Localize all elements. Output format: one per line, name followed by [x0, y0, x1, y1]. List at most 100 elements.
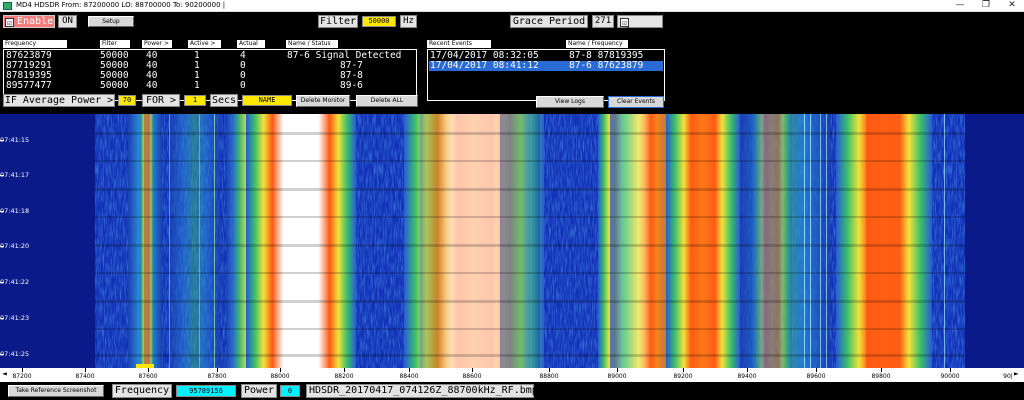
scale-tick: [409, 368, 410, 372]
for-label: FOR >: [142, 94, 180, 107]
monitor-frequency: 89577477: [6, 80, 52, 91]
scale-tick: [472, 368, 473, 372]
monitor-name-input[interactable]: NAME: [242, 95, 292, 106]
scale-label: 88000: [270, 373, 290, 380]
waterfall-display[interactable]: 07:41:15 07:41:17 07:41:18 07:41:20 07:4…: [0, 114, 1024, 368]
scale-tick: [217, 368, 218, 372]
frequency-label: Frequency: [112, 384, 172, 398]
scale-tick: [683, 368, 684, 372]
maximize-button[interactable]: ❐: [974, 0, 998, 12]
event-name: 87-6 87623879: [569, 60, 644, 71]
setup-button[interactable]: Setup: [88, 16, 134, 27]
enable-checkbox[interactable]: ☑ Enable: [3, 15, 55, 28]
scale-tick: [85, 368, 86, 372]
power-value: 0: [280, 385, 300, 397]
alarm-checkbox[interactable]: ☑Alarm: [617, 15, 663, 38]
enable-label: Enable: [17, 16, 54, 27]
monitor-table: Frequency Filter Power > Active > Actual…: [3, 40, 417, 102]
scale-label: 90|: [1003, 373, 1013, 380]
monitor-power: 40: [146, 80, 158, 91]
delete-all-monitors-button[interactable]: Delete ALL Monitors: [356, 95, 418, 114]
scale-label: 89400: [737, 373, 757, 380]
col-frequency-header: Frequency: [3, 40, 67, 48]
monitor-name: 89-6: [340, 80, 363, 91]
clear-events-button[interactable]: Clear Events: [608, 96, 664, 108]
scroll-left-arrow-icon[interactable]: ◄: [2, 368, 7, 380]
scale-label: 88400: [399, 373, 419, 380]
delete-monitor-button[interactable]: Delete Monitor: [296, 95, 350, 107]
scale-tick: [617, 368, 618, 372]
scale-label: 88600: [462, 373, 482, 380]
scale-label: 87600: [138, 373, 158, 380]
on-status-button[interactable]: ON: [58, 15, 77, 28]
close-button[interactable]: ✕: [1000, 0, 1024, 12]
time-label: 07:41:25: [0, 350, 30, 358]
scale-tick: [22, 368, 23, 372]
event-row-selected[interactable]: 17/04/2017 08:41:12 87-6 87623879: [429, 61, 663, 71]
scale-tick: [549, 368, 550, 372]
take-reference-screenshot-button[interactable]: Take Reference Screenshot: [8, 385, 104, 397]
scale-tick: [344, 368, 345, 372]
minimize-button[interactable]: —: [948, 0, 972, 12]
frequency-value: 95789156: [176, 385, 236, 397]
grace-period-label: Grace Period: [510, 15, 588, 28]
scale-label: 89200: [673, 373, 693, 380]
title-bar: MD4 HDSDR From: 87200000 LO: 88700000 To…: [0, 0, 1024, 12]
scroll-right-arrow-icon[interactable]: ►: [1014, 368, 1019, 380]
recording-file-name: HDSDR_20170417_074126Z_88700kHz_RF.bmp: [306, 384, 538, 398]
time-label: 07:41:17: [0, 171, 30, 179]
col-active-header: Active >: [188, 40, 221, 48]
events-list[interactable]: 17/04/2017 08:32:05 87-8 87819395 17/04/…: [427, 49, 665, 101]
if-average-power-input[interactable]: 70: [118, 95, 136, 106]
view-logs-button[interactable]: View Logs: [536, 96, 604, 108]
scale-tick: [148, 368, 149, 372]
window-title: MD4 HDSDR From: 87200000 LO: 88700000 To…: [16, 1, 226, 9]
scale-label: 87200: [12, 373, 32, 380]
secs-label: Secs: [210, 94, 238, 107]
time-label: 07:41:20: [0, 242, 30, 250]
scale-tick: [950, 368, 951, 372]
scale-label: 88800: [539, 373, 559, 380]
time-label: 07:41:18: [0, 207, 30, 215]
monitor-row[interactable]: 89577477 50000 40 1 0 89-6: [4, 81, 416, 91]
col-power-header: Power >: [142, 40, 172, 48]
scale-tick: [280, 368, 281, 372]
scale-label: 89000: [607, 373, 627, 380]
time-label: 07:41:23: [0, 314, 30, 322]
col-recent-events-header: Recent Events: [427, 40, 491, 48]
events-table: Recent Events Name / Frequency 17/04/201…: [427, 40, 665, 102]
col-name-frequency-header: Name / Frequency: [566, 40, 628, 48]
for-seconds-input[interactable]: 1: [184, 95, 206, 106]
enable-check-icon[interactable]: ☑: [5, 18, 14, 27]
event-time: 17/04/2017 08:41:12: [430, 60, 539, 71]
bottom-bar: Take Reference Screenshot Frequency 9578…: [0, 382, 1024, 400]
scale-label: 87800: [207, 373, 227, 380]
scale-tick: [747, 368, 748, 372]
alarm-label: Alarm: [620, 27, 651, 38]
scale-label: 89600: [806, 373, 826, 380]
monitor-active: 1: [194, 80, 200, 91]
filter-input[interactable]: 50000: [362, 16, 396, 27]
scale-label: 88200: [334, 373, 354, 380]
filter-label: Filter: [318, 15, 358, 28]
control-panel: ☑ Enable ON Setup Filter 50000 Hz Grace P…: [0, 12, 1024, 114]
scale-tick: [881, 368, 882, 372]
if-average-power-label: IF Average Power >: [3, 94, 115, 107]
grace-period-input[interactable]: 271: [592, 15, 614, 28]
scale-label: 90000: [940, 373, 960, 380]
col-actual-header: Actual: [237, 40, 265, 48]
power-label: Power: [241, 384, 277, 398]
col-name-header: Name / Status: [286, 40, 338, 48]
monitor-actual: 0: [240, 80, 246, 91]
scale-label: 89800: [871, 373, 891, 380]
scale-label: 87400: [75, 373, 95, 380]
frequency-scale[interactable]: ◄ ► 87200 87400 87600 87800 88000 88200 …: [0, 368, 1024, 382]
monitor-filter: 50000: [100, 80, 129, 91]
alarm-check-icon[interactable]: ☑: [620, 18, 629, 27]
waterfall-spectrogram: [0, 114, 1024, 368]
col-filter-header: Filter: [100, 40, 130, 48]
time-label: 07:41:22: [0, 278, 30, 286]
time-label: 07:41:15: [0, 136, 30, 144]
scale-tick: [816, 368, 817, 372]
app-icon: [3, 2, 12, 10]
